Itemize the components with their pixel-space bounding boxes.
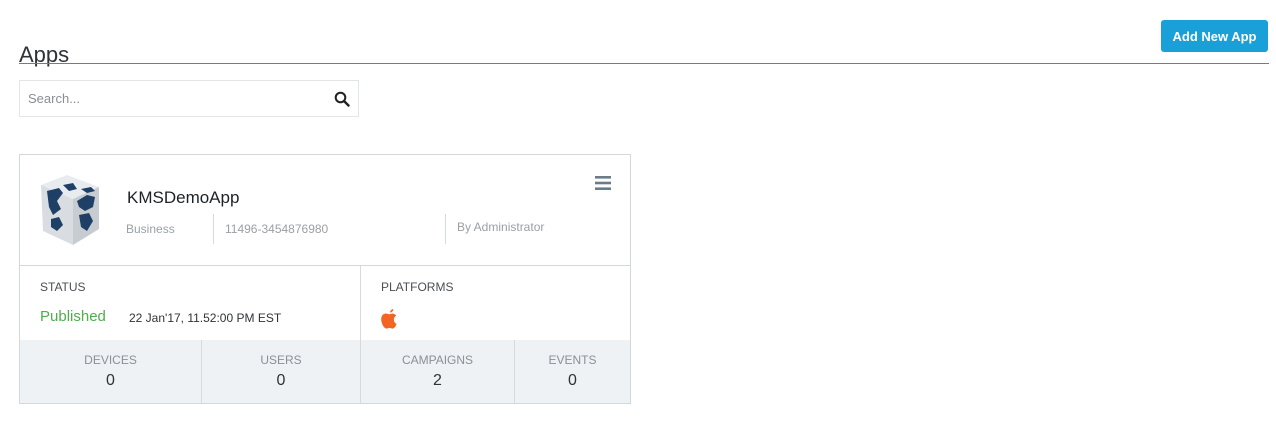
status-label: STATUS (40, 280, 86, 294)
app-name[interactable]: KMSDemoApp (127, 188, 239, 208)
stat-label: EVENTS (548, 353, 597, 367)
stat-value: 0 (276, 372, 286, 389)
meta-divider (213, 214, 214, 244)
app-owner: By Administrator (457, 220, 545, 234)
meta-divider (445, 214, 446, 244)
header-divider (19, 63, 1269, 64)
app-logo[interactable] (37, 171, 103, 247)
stats-bar: DEVICES 0 USERS 0 CAMPAIGNS 2 EVENTS 0 (20, 340, 630, 403)
stat-campaigns[interactable]: CAMPAIGNS 2 (361, 340, 514, 403)
stat-value: 0 (106, 372, 115, 389)
search-box (19, 80, 359, 117)
app-category: Business (126, 222, 175, 236)
apple-icon (381, 309, 397, 329)
search-icon[interactable] (334, 91, 350, 107)
app-id: 11496-3454876980 (225, 222, 329, 236)
card-divider (20, 265, 630, 266)
stat-users[interactable]: USERS 0 (202, 340, 360, 403)
section-divider (360, 266, 361, 340)
stat-label: USERS (260, 353, 302, 367)
add-new-app-button[interactable]: Add New App (1161, 20, 1268, 52)
stat-devices[interactable]: DEVICES 0 (20, 340, 201, 403)
platforms-label: PLATFORMS (381, 280, 454, 294)
stat-label: CAMPAIGNS (401, 353, 474, 367)
stat-value: 2 (433, 372, 442, 389)
stat-label: DEVICES (84, 353, 137, 367)
search-input[interactable] (20, 81, 320, 116)
app-card: KMSDemoApp Business 11496-3454876980 By … (19, 154, 631, 404)
status-date: 22 Jan'17, 11.52:00 PM EST (129, 311, 282, 325)
stat-events[interactable]: EVENTS 0 (515, 340, 630, 403)
status-value: Published (40, 308, 106, 325)
stat-value: 0 (568, 372, 577, 389)
menu-icon[interactable] (595, 176, 611, 190)
